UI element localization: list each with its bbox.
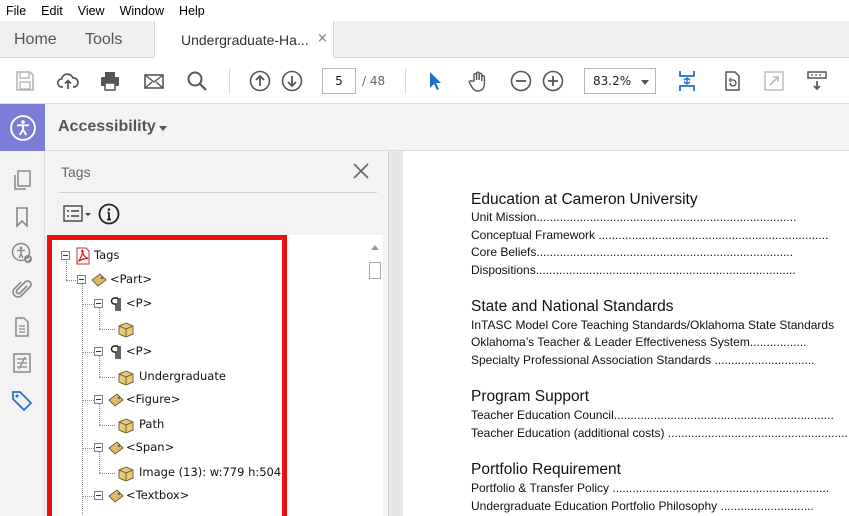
toc-entry[interactable]: Teacher Education Council...............… xyxy=(471,408,834,422)
toc-entry[interactable]: Oklahoma’s Teacher & Leader Effectivenes… xyxy=(471,335,807,349)
menu-file[interactable]: File xyxy=(6,4,26,18)
read-mode-icon[interactable] xyxy=(804,68,830,94)
tool-bar-accessibility: Accessibility xyxy=(0,104,849,151)
search-icon[interactable] xyxy=(184,68,210,94)
fit-page-icon[interactable] xyxy=(674,68,700,94)
section-heading: Portfolio Requirement xyxy=(471,461,621,478)
section-heading: Program Support xyxy=(471,388,590,405)
panel-divider xyxy=(59,192,377,193)
email-icon[interactable] xyxy=(141,68,167,94)
toolbar-divider xyxy=(405,68,406,94)
zoom-in-icon[interactable] xyxy=(540,68,566,94)
toolbar: 5 / 48 83.2% xyxy=(0,58,849,104)
zoom-value: 83.2% xyxy=(593,74,632,88)
tags-panel: Tags Tags <Part> <P> <P> Undergraduate <… xyxy=(45,151,389,516)
attachment-icon[interactable] xyxy=(9,277,35,303)
document-tab-title: Undergraduate-Ha... xyxy=(181,32,309,48)
section-heading: State and National Standards xyxy=(471,298,674,315)
document-gutter xyxy=(389,151,403,516)
page-thumbnails-icon[interactable] xyxy=(9,167,35,193)
scrollbar-thumb[interactable] xyxy=(369,262,381,279)
document-viewer: Education at Cameron University Unit Mis… xyxy=(389,151,849,516)
toc-entry[interactable]: Teacher Education (additional costs) ...… xyxy=(471,426,848,440)
menu-bar: File Edit View Window Help xyxy=(0,0,849,21)
toc-entry[interactable]: Portfolio & Transfer Policy ............… xyxy=(471,481,829,495)
menu-view[interactable]: View xyxy=(78,4,105,18)
hand-tool-icon[interactable] xyxy=(465,68,491,94)
info-icon[interactable] xyxy=(98,203,120,225)
highlight-frame xyxy=(47,235,287,516)
tab-bar: Home Tools Undergraduate-Ha... × xyxy=(0,21,849,59)
tab-tools[interactable]: Tools xyxy=(85,21,122,58)
chevron-down-icon xyxy=(641,80,649,85)
tags-panel-icon[interactable] xyxy=(9,388,35,414)
order-panel-icon[interactable] xyxy=(9,350,35,376)
previous-page-icon[interactable] xyxy=(247,68,273,94)
page-total: / 48 xyxy=(362,74,386,88)
panel-title: Tags xyxy=(61,164,91,180)
zoom-select[interactable]: 83.2% xyxy=(584,68,656,94)
navigation-rail xyxy=(0,151,45,516)
print-icon[interactable] xyxy=(97,68,123,94)
section-heading: Education at Cameron University xyxy=(471,191,698,208)
tab-home[interactable]: Home xyxy=(14,21,57,58)
rotate-page-icon[interactable] xyxy=(719,68,745,94)
tags-tree: Tags <Part> <P> <P> Undergraduate <Figur… xyxy=(47,235,383,516)
toc-entry[interactable]: Core Beliefs............................… xyxy=(471,245,793,259)
accessibility-checker-icon[interactable] xyxy=(9,240,35,266)
next-page-icon[interactable] xyxy=(279,68,305,94)
toc-entry[interactable]: Undergraduate Education Portfolio Philos… xyxy=(471,499,814,513)
zoom-out-icon[interactable] xyxy=(508,68,534,94)
toc-entry[interactable]: InTASC Model Core Teaching Standards/Okl… xyxy=(471,318,834,332)
menu-edit[interactable]: Edit xyxy=(41,4,63,18)
tab-document[interactable]: Undergraduate-Ha... × xyxy=(154,21,334,59)
tree-scrollbar[interactable] xyxy=(367,243,383,516)
close-icon[interactable] xyxy=(351,161,371,181)
document-page[interactable]: Education at Cameron University Unit Mis… xyxy=(403,151,849,516)
save-icon[interactable] xyxy=(12,68,38,94)
chevron-down-icon[interactable] xyxy=(159,126,167,131)
menu-window[interactable]: Window xyxy=(120,4,164,18)
accessibility-icon[interactable] xyxy=(0,104,45,151)
select-cursor-icon[interactable] xyxy=(422,68,448,94)
options-menu-icon[interactable] xyxy=(63,203,93,225)
page-number-input[interactable]: 5 xyxy=(322,68,356,94)
accessibility-tool-label[interactable]: Accessibility xyxy=(58,118,156,136)
full-screen-icon[interactable] xyxy=(761,68,787,94)
toolbar-divider xyxy=(229,68,230,94)
document-icon[interactable] xyxy=(9,314,35,340)
cloud-upload-icon[interactable] xyxy=(55,68,81,94)
toc-entry[interactable]: Conceptual Framework ...................… xyxy=(471,228,828,242)
menu-help[interactable]: Help xyxy=(179,4,205,18)
toc-entry[interactable]: Specialty Professional Association Stand… xyxy=(471,353,815,367)
bookmark-icon[interactable] xyxy=(9,204,35,230)
toc-entry[interactable]: Unit Mission............................… xyxy=(471,210,796,224)
close-tab-icon[interactable]: × xyxy=(317,31,328,46)
scroll-up-icon[interactable] xyxy=(371,245,379,250)
toc-entry[interactable]: Dispositions............................… xyxy=(471,263,796,277)
